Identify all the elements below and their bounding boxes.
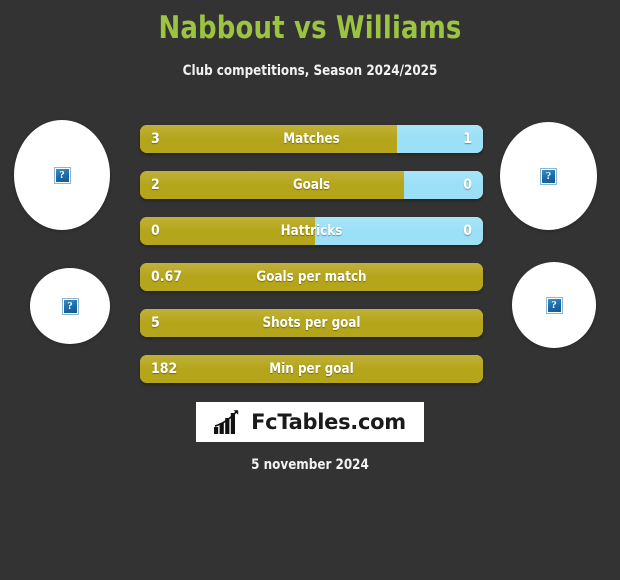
stat-away-value: 0 <box>463 177 472 193</box>
stat-bar-row: 0 Hattricks 0 <box>140 217 483 245</box>
date-label: 5 november 2024 <box>251 457 369 473</box>
page-subtitle: Club competitions, Season 2024/2025 <box>182 63 438 79</box>
stat-bar-row: 182 Min per goal <box>140 355 483 383</box>
stat-label: Goals <box>292 177 331 193</box>
broken-image-icon: ? <box>53 166 71 184</box>
stat-label: Min per goal <box>269 361 354 377</box>
stat-bar-list: 3 Matches 1 2 Goals 0 0 Hattricks 0 0.67 Goals per… <box>140 125 483 401</box>
stat-bar-row: 5 Shots per goal <box>140 309 483 337</box>
avatar-right-top: ? <box>500 122 597 230</box>
broken-image-icon: ? <box>540 167 557 185</box>
stat-label: Hattricks <box>280 223 343 239</box>
avatar-left-top: ? <box>14 120 110 230</box>
broken-image-icon: ? <box>61 297 79 315</box>
stat-bar-row: 0.67 Goals per match <box>140 263 483 291</box>
page-title: Nabbout vs Williams <box>158 10 462 46</box>
stat-bar-row: 3 Matches 1 <box>140 125 483 153</box>
bar-chart-arrow-icon <box>214 410 239 434</box>
stat-label: Shots per goal <box>262 315 361 331</box>
comparison-infographic: Nabbout vs Williams Club competitions, S… <box>0 0 620 580</box>
fctables-logo-text: FcTables.com <box>251 409 406 434</box>
stat-bar-row: 2 Goals 0 <box>140 171 483 199</box>
stat-away-value: 1 <box>463 131 472 147</box>
avatar-right-bottom: ? <box>512 262 596 348</box>
stat-label: Matches <box>283 131 340 147</box>
stat-away-value: 0 <box>463 223 472 239</box>
fctables-logo: FcTables.com <box>196 402 424 442</box>
stat-label: Goals per match <box>256 269 367 285</box>
avatar-left-bottom: ? <box>30 268 110 344</box>
broken-image-icon: ? <box>545 296 563 314</box>
